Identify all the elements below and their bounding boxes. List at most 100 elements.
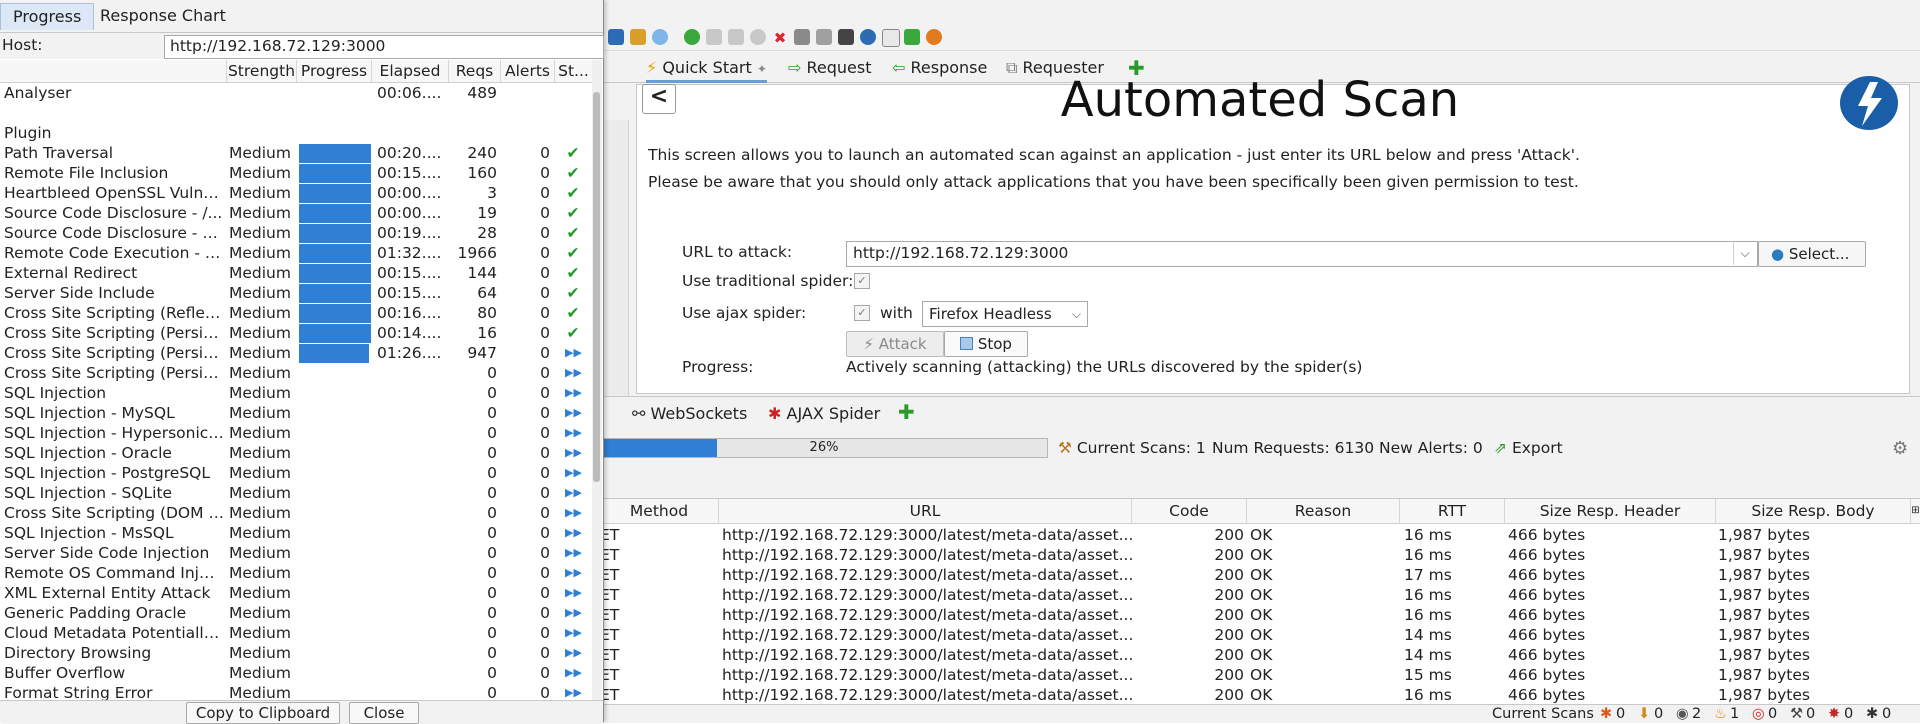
analyser-row[interactable]: Analyser 00:06.... 489 (0, 83, 592, 103)
plugin-row[interactable]: SQL Injection - MsSQL Medium 0 0 ▶▶ (0, 523, 592, 543)
table-row[interactable]: ET http://192.168.72.129:3000/latest/meta… (600, 645, 1920, 665)
col-size-header[interactable]: Size Resp. Header (1505, 499, 1716, 524)
plugin-row[interactable]: Cloud Metadata Potentially ... Medium 0 0 ▶▶ (0, 623, 592, 643)
column-chooser-icon[interactable]: ⊞ (1911, 499, 1920, 524)
url-to-attack-input[interactable]: http://192.168.72.129:3000 (846, 241, 1758, 267)
table-row[interactable]: ET http://192.168.72.129:3000/latest/meta… (600, 565, 1920, 585)
plugin-row[interactable]: Directory Browsing Medium 0 0 ▶▶ (0, 643, 592, 663)
col-method[interactable]: Method (600, 499, 719, 524)
layout-icon[interactable] (816, 29, 832, 45)
export-button[interactable]: ⇗ Export (1494, 439, 1563, 457)
plugin-row[interactable]: Remote OS Command Injec... Medium 0 0 ▶▶ (0, 563, 592, 583)
plugin-row[interactable]: SQL Injection - Hypersonic S... Medium 0 0 ▶… (0, 423, 592, 443)
plugin-alerts: 0 (540, 144, 550, 162)
help-icon[interactable] (860, 29, 876, 45)
plugin-row[interactable]: Buffer Overflow Medium 0 0 ▶▶ (0, 663, 592, 683)
plugin-row[interactable]: SQL Injection - MySQL Medium 0 0 ▶▶ (0, 403, 592, 423)
plugin-row[interactable]: Source Code Disclosure - C... Medium 00:19… (0, 223, 592, 243)
hud-icon[interactable] (904, 29, 920, 45)
tab-ajax-spider[interactable]: ✱ AJAX Spider (768, 402, 880, 426)
notes-icon[interactable] (882, 29, 900, 47)
col-url[interactable]: URL (719, 499, 1132, 524)
firefox-icon[interactable] (926, 29, 942, 45)
plugin-row[interactable]: SQL Injection - SQLite Medium 0 0 ▶▶ (0, 483, 592, 503)
console-icon[interactable] (838, 29, 854, 45)
plugin-row[interactable]: Cross Site Scripting (Persist... Medium 01… (0, 343, 592, 363)
plugin-reqs: 240 (467, 144, 497, 162)
plugin-elapsed: 00:19.... (377, 224, 442, 242)
plugin-row[interactable]: Cross Site Scripting (Persist...Medium00… (0, 323, 592, 343)
copy-to-clipboard-button[interactable]: Copy to Clipboard (186, 702, 340, 724)
request-reason: OK (1250, 546, 1273, 564)
col-elapsed[interactable]: Elapsed (372, 60, 449, 82)
col-rtt[interactable]: RTT (1400, 499, 1505, 524)
col-reqs[interactable]: Reqs (449, 60, 501, 82)
stop-button[interactable]: Stop (944, 331, 1028, 357)
continue-icon[interactable] (728, 29, 744, 45)
delete-icon[interactable]: ✖ (772, 29, 788, 47)
col-strength[interactable]: Strength (227, 60, 297, 82)
tab-response-chart[interactable]: Response Chart (88, 3, 238, 29)
table-row[interactable]: ET http://192.168.72.129:3000/latest/meta… (600, 685, 1920, 705)
plugin-row[interactable]: SQL Injection - Oracle Medium 0 0 ▶▶ (0, 443, 592, 463)
plugin-row[interactable]: Heartbleed OpenSSL Vulner... Medium 00:00.… (0, 183, 592, 203)
col-status[interactable]: St... (555, 60, 593, 82)
col-plugin[interactable] (0, 60, 227, 82)
check-icon: ✔ (566, 304, 580, 322)
plugin-row[interactable]: Path Traversal Medium 00:20.... 240 0 ✔ (0, 143, 592, 163)
plugin-row[interactable]: XML External Entity Attack Medium 0 0 ▶▶ (0, 583, 592, 603)
check-icon: ✔ (566, 244, 580, 262)
tab-request[interactable]: ⇨ Request (788, 56, 872, 80)
gear-icon[interactable]: ⚙ (1892, 438, 1908, 459)
options-icon[interactable] (630, 29, 646, 45)
request-code: 200 (1214, 566, 1244, 584)
dialog-scrollbar-thumb[interactable] (593, 92, 600, 482)
lightbulb-icon[interactable] (652, 29, 668, 45)
plugin-row[interactable]: Remote File Inclusion Medium 00:15.... 160 0… (0, 163, 592, 183)
ajax-spider-checkbox[interactable]: ✓ (854, 305, 870, 321)
add-tab-icon[interactable]: ✚ (898, 400, 915, 424)
plugin-row[interactable]: Cross Site Scripting (Reflect... Medium 00… (0, 303, 592, 323)
tab-response[interactable]: ⇦ Response (892, 56, 987, 80)
plugin-row[interactable]: Cross Site Scripting (DOM B... Medium 0 0 ▶▶ (0, 503, 592, 523)
plugin-row[interactable]: External Redirect Medium 00:15.... 144 0 ✔ (0, 263, 592, 283)
table-row[interactable]: ET http://192.168.72.129:3000/latest/meta… (600, 625, 1920, 645)
col-progress[interactable]: Progress (297, 60, 372, 82)
plugin-row[interactable]: Server Side Code Injection Medium 0 0 ▶▶ (0, 543, 592, 563)
col-size-body[interactable]: Size Resp. Body (1716, 499, 1911, 524)
stop-icon[interactable] (750, 29, 766, 45)
plugin-row[interactable]: Source Code Disclosure - /... Medium 00:00… (0, 203, 592, 223)
col-code[interactable]: Code (1132, 499, 1247, 524)
tab-websockets[interactable]: ⚯ WebSockets (632, 402, 747, 426)
plugin-row[interactable]: Generic Padding Oracle Medium 0 0 ▶▶ (0, 603, 592, 623)
table-row[interactable]: ET http://192.168.72.129:3000/latest/meta… (600, 525, 1920, 545)
plugin-row[interactable]: Server Side Include Medium 00:15.... 64 0 ✔ (0, 283, 592, 303)
select-url-button[interactable]: ● Select... (1758, 241, 1866, 267)
go-icon[interactable] (684, 29, 700, 45)
col-reason[interactable]: Reason (1247, 499, 1400, 524)
host-select[interactable]: http://192.168.72.129:3000 (164, 35, 604, 59)
chevron-down-icon[interactable]: ⌵ (1733, 241, 1756, 265)
keyboard-icon[interactable] (794, 29, 810, 45)
plugin-row[interactable]: SQL Injection - PostgreSQL Medium 0 0 ▶▶ (0, 463, 592, 483)
plugin-reqs: 0 (487, 604, 497, 622)
table-row[interactable]: ET http://192.168.72.129:3000/latest/meta… (600, 665, 1920, 685)
tab-quick-start[interactable]: ⚡ Quick Start ✦ (646, 56, 767, 83)
traditional-spider-checkbox[interactable]: ✓ (854, 273, 870, 289)
table-row[interactable]: ET http://192.168.72.129:3000/latest/meta… (600, 545, 1920, 565)
session-icon[interactable] (608, 29, 624, 45)
browser-select[interactable]: Firefox Headless ⌵ (922, 301, 1088, 327)
check-icon: ✔ (566, 164, 580, 182)
request-code: 200 (1214, 686, 1244, 704)
table-row[interactable]: ET http://192.168.72.129:3000/latest/meta… (600, 585, 1920, 605)
close-button[interactable]: Close (349, 702, 419, 724)
attack-button[interactable]: ⚡ Attack (846, 331, 944, 357)
col-alerts[interactable]: Alerts (501, 60, 555, 82)
table-row[interactable]: ET http://192.168.72.129:3000/latest/meta… (600, 605, 1920, 625)
plugin-row[interactable]: Remote Code Execution - C... Medium 01:32.… (0, 243, 592, 263)
tab-progress[interactable]: Progress (0, 3, 95, 30)
step-icon[interactable] (706, 29, 722, 45)
plugin-row[interactable]: SQL Injection Medium 0 0 ▶▶ (0, 383, 592, 403)
plugin-row[interactable]: Cross Site Scripting (Persist...Medium00… (0, 363, 592, 383)
back-button[interactable]: < (642, 84, 676, 114)
